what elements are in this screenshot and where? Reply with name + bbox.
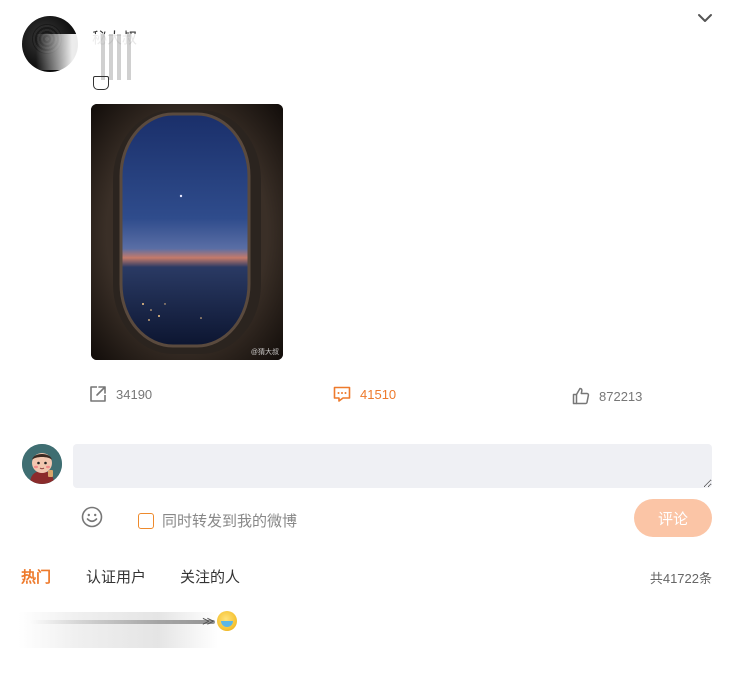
post-image[interactable]: @猜大叔 — [91, 104, 283, 360]
repost-checkbox[interactable]: 同时转发到我的微博 — [138, 510, 297, 531]
like-button[interactable]: 872213 — [571, 385, 642, 407]
blurred-comment — [18, 612, 218, 648]
emoji-icon[interactable] — [81, 506, 103, 528]
tab-verified-users[interactable]: 认证用户 — [86, 566, 146, 587]
checkbox-box[interactable] — [138, 512, 154, 529]
current-user-avatar[interactable] — [22, 444, 62, 484]
tab-hot[interactable]: 热门 — [21, 566, 51, 587]
comment-button[interactable]: 41510 — [332, 383, 396, 405]
share-button[interactable]: 34190 — [88, 383, 152, 405]
image-watermark: @猜大叔 — [250, 349, 279, 356]
thumbs-up-icon — [572, 387, 590, 405]
comment-tabs: 热门 认证用户 关注的人 — [21, 566, 274, 587]
tab-following[interactable]: 关注的人 — [180, 566, 240, 587]
share-count: 34190 — [116, 386, 153, 402]
repost-label: 同时转发到我的微博 — [162, 513, 298, 530]
blurred-header-bars — [95, 34, 140, 80]
blurred-comment-text — [30, 620, 215, 624]
chevron-down-icon[interactable] — [696, 9, 714, 27]
comment-input[interactable] — [73, 444, 712, 488]
arrow-glyph: ≫ — [202, 614, 215, 628]
like-count: 872213 — [599, 388, 643, 404]
post-text-glyph — [93, 76, 109, 90]
comment-count: 41510 — [360, 386, 397, 402]
laughing-emoji-icon — [217, 611, 237, 631]
comment-total-count: 共41722条 — [649, 571, 712, 586]
submit-comment-button[interactable]: 评论 — [634, 499, 712, 537]
comment-icon — [333, 386, 351, 402]
share-icon — [90, 386, 106, 402]
